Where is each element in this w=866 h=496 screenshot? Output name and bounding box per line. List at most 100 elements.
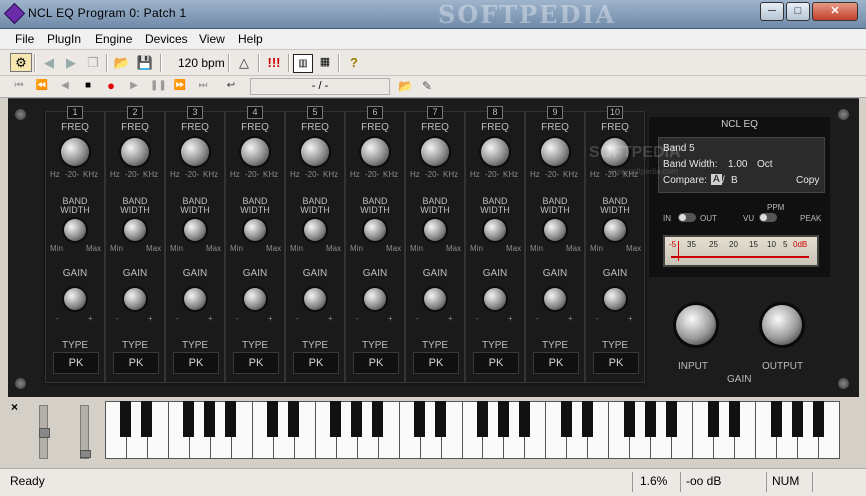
black-key[interactable] (665, 401, 677, 437)
black-key[interactable] (183, 401, 195, 437)
black-key[interactable] (518, 401, 530, 437)
help-icon[interactable]: ? (345, 54, 363, 71)
freq-knob[interactable] (61, 138, 89, 166)
bandwidth-knob[interactable] (244, 219, 266, 241)
bandwidth-knob[interactable] (304, 219, 326, 241)
freq-knob[interactable] (301, 138, 329, 166)
gain-knob[interactable] (484, 288, 506, 310)
rewind-icon[interactable]: ⏪ (35, 79, 49, 93)
save-icon[interactable]: 💾 (136, 54, 154, 71)
pitch-wheel[interactable] (39, 405, 50, 459)
black-key[interactable] (267, 401, 279, 437)
keyboard-close-icon[interactable]: × (11, 400, 18, 414)
black-key[interactable] (330, 401, 342, 437)
black-key[interactable] (351, 401, 363, 437)
bandwidth-knob[interactable] (604, 219, 626, 241)
menu-devices[interactable]: Devices (145, 32, 188, 46)
filter-type-selector[interactable]: PK (593, 352, 639, 374)
filter-type-selector[interactable]: PK (233, 352, 279, 374)
bandwidth-knob[interactable] (364, 219, 386, 241)
minimize-button[interactable]: ─ (760, 2, 784, 21)
black-key[interactable] (560, 401, 572, 437)
freq-knob[interactable] (181, 138, 209, 166)
gain-knob[interactable] (544, 288, 566, 310)
black-key[interactable] (791, 401, 803, 437)
filter-type-selector[interactable]: PK (533, 352, 579, 374)
menu-file[interactable]: File (15, 32, 34, 46)
maximize-button[interactable]: □ (786, 2, 810, 21)
plugin-edit-icon[interactable]: ▦ (316, 54, 334, 71)
gain-knob[interactable] (64, 288, 86, 310)
black-key[interactable] (141, 401, 153, 437)
play-icon[interactable]: ▶ (127, 79, 141, 93)
black-key[interactable] (728, 401, 740, 437)
filter-type-selector[interactable]: PK (353, 352, 399, 374)
edit-midi-icon[interactable]: ✎ (420, 79, 434, 93)
fast-forward-icon[interactable]: ⏩ (173, 79, 187, 93)
menu-engine[interactable]: Engine (95, 32, 132, 46)
freq-knob[interactable] (241, 138, 269, 166)
bandwidth-knob[interactable] (184, 219, 206, 241)
gain-knob[interactable] (604, 288, 626, 310)
black-key[interactable] (204, 401, 216, 437)
close-button[interactable]: ✕ (812, 2, 858, 21)
freq-knob[interactable] (121, 138, 149, 166)
copy-button[interactable]: Copy (796, 175, 819, 186)
black-key[interactable] (476, 401, 488, 437)
black-key[interactable] (435, 401, 447, 437)
menu-view[interactable]: View (199, 32, 225, 46)
vu-peak-toggle[interactable] (759, 213, 777, 222)
input-gain-knob[interactable] (676, 305, 716, 345)
freq-knob[interactable] (361, 138, 389, 166)
in-out-toggle[interactable] (678, 213, 696, 222)
piano-keyboard[interactable] (105, 401, 840, 461)
gain-knob[interactable] (364, 288, 386, 310)
panic-icon[interactable]: !!! (265, 54, 283, 71)
black-key[interactable] (623, 401, 635, 437)
black-key[interactable] (414, 401, 426, 437)
engine-icon[interactable]: ⚙ (10, 53, 32, 72)
filter-type-selector[interactable]: PK (293, 352, 339, 374)
record-icon[interactable]: ● (104, 79, 118, 93)
gain-knob[interactable] (304, 288, 326, 310)
black-key[interactable] (707, 401, 719, 437)
freq-knob[interactable] (421, 138, 449, 166)
gain-knob[interactable] (184, 288, 206, 310)
filter-type-selector[interactable]: PK (473, 352, 519, 374)
forward-icon[interactable]: ▶ (62, 54, 80, 71)
copy-icon[interactable]: ❐ (84, 54, 102, 71)
black-key[interactable] (581, 401, 593, 437)
menu-plugin[interactable]: PlugIn (47, 32, 81, 46)
open-folder-icon[interactable]: 📂 (113, 54, 131, 71)
bandwidth-knob[interactable] (484, 219, 506, 241)
keyboard-icon[interactable]: ▥ (293, 54, 313, 73)
black-key[interactable] (812, 401, 824, 437)
filter-type-selector[interactable]: PK (413, 352, 459, 374)
step-back-icon[interactable]: ◀ (58, 79, 72, 93)
output-gain-knob[interactable] (762, 305, 802, 345)
black-key[interactable] (372, 401, 384, 437)
bandwidth-knob[interactable] (124, 219, 146, 241)
gain-knob[interactable] (244, 288, 266, 310)
bandwidth-knob[interactable] (64, 219, 86, 241)
freq-knob[interactable] (541, 138, 569, 166)
black-key[interactable] (497, 401, 509, 437)
compare-a-button[interactable]: A (711, 174, 722, 185)
tempo-display[interactable]: 120 bpm (178, 56, 225, 70)
black-key[interactable] (288, 401, 300, 437)
black-key[interactable] (770, 401, 782, 437)
black-key[interactable] (225, 401, 237, 437)
filter-type-selector[interactable]: PK (173, 352, 219, 374)
freq-knob[interactable] (481, 138, 509, 166)
filter-type-selector[interactable]: PK (53, 352, 99, 374)
filter-type-selector[interactable]: PK (113, 352, 159, 374)
rewind-start-icon[interactable]: ⏮ (12, 79, 26, 93)
loop-icon[interactable]: ↩ (224, 79, 238, 93)
gain-knob[interactable] (424, 288, 446, 310)
stop-icon[interactable]: ■ (81, 79, 95, 93)
compare-b-button[interactable]: B (731, 175, 738, 186)
metronome-icon[interactable]: △ (235, 54, 253, 71)
gain-knob[interactable] (124, 288, 146, 310)
back-icon[interactable]: ◀ (40, 54, 58, 71)
black-key[interactable] (120, 401, 132, 437)
